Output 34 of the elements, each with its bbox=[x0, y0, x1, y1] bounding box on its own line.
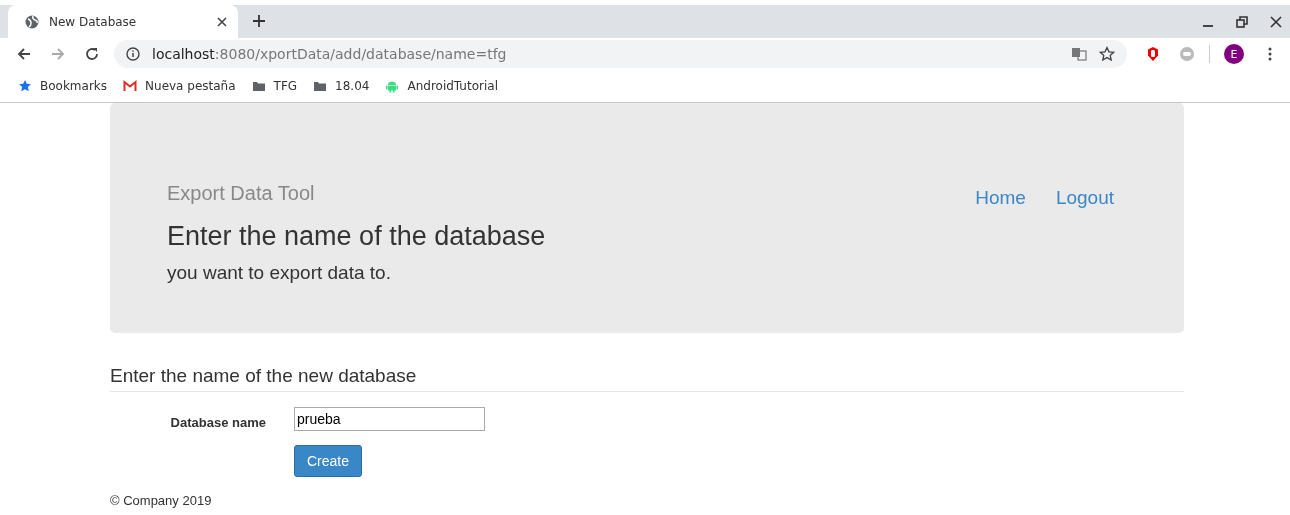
url-host: localhost bbox=[152, 46, 215, 62]
reload-icon[interactable] bbox=[84, 46, 100, 62]
field-label: Database name bbox=[169, 413, 266, 430]
bookmark-item[interactable]: TFG bbox=[251, 79, 298, 93]
info-icon bbox=[126, 47, 140, 61]
bookmark-item[interactable]: Nueva pestaña bbox=[123, 79, 236, 93]
mail-icon bbox=[123, 79, 138, 93]
restore-icon[interactable] bbox=[1236, 16, 1248, 28]
translate-icon[interactable] bbox=[1071, 46, 1087, 62]
back-icon[interactable] bbox=[16, 46, 32, 62]
star-icon bbox=[18, 79, 32, 93]
close-icon[interactable] bbox=[216, 15, 228, 28]
folder-icon bbox=[313, 79, 328, 93]
browser-tab[interactable]: New Database bbox=[8, 5, 238, 38]
profile-avatar[interactable]: E bbox=[1224, 44, 1244, 64]
bookmark-item[interactable]: 18.04 bbox=[313, 79, 370, 93]
bookmark-item[interactable]: AndroidTutorial bbox=[385, 79, 498, 93]
page-subtitle: you want to export data to. bbox=[167, 262, 392, 284]
star-icon[interactable] bbox=[1099, 46, 1115, 62]
bookmark-item[interactable]: Bookmarks bbox=[18, 79, 108, 93]
folder-icon bbox=[251, 79, 266, 93]
address-bar[interactable]: localhost:8080/xportData/add/database/name=tfg bbox=[114, 40, 1127, 68]
new-tab-icon[interactable] bbox=[252, 14, 266, 28]
page-heading: Enter the name of the database bbox=[167, 221, 547, 252]
brand-title: Export Data Tool bbox=[167, 182, 316, 205]
globe-icon bbox=[24, 13, 40, 30]
close-icon[interactable] bbox=[1270, 16, 1282, 28]
tab-title: New Database bbox=[49, 14, 138, 29]
android-icon bbox=[385, 79, 400, 93]
footer-text: © Company 2019 bbox=[110, 493, 213, 508]
url-path: :8080/xportData/add/database/name=tfg bbox=[214, 46, 507, 62]
input-field[interactable]: prueba bbox=[294, 407, 485, 431]
create-button[interactable]: Create bbox=[294, 445, 363, 477]
section-heading: Enter the name of the new database bbox=[110, 365, 1184, 392]
